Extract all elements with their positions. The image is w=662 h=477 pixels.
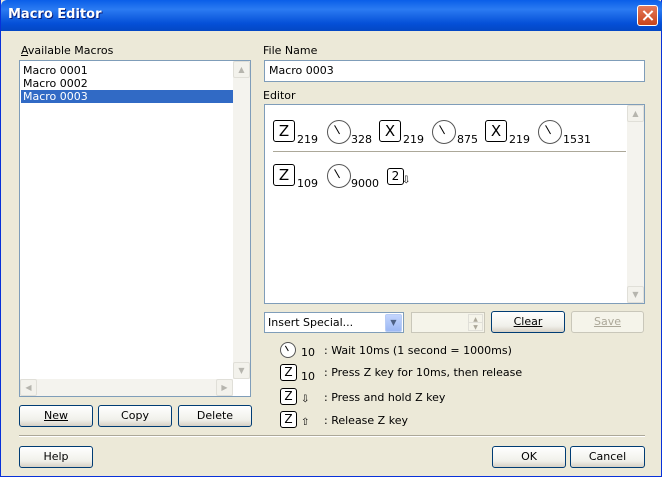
legend-text: : Release Z key xyxy=(324,414,408,427)
event-duration: 328 xyxy=(351,133,372,146)
available-macros-label-first: A xyxy=(21,44,28,57)
event-duration: 219 xyxy=(297,133,318,146)
event-duration: 219 xyxy=(509,133,530,146)
list-horizontal-scrollbar[interactable]: ◀ ▶ xyxy=(20,379,233,396)
window-title: Macro Editor xyxy=(8,7,102,22)
clock-icon[interactable] xyxy=(432,120,456,144)
macro-list[interactable]: Macro 0001 Macro 0002 Macro 0003 ▲ ▼ ◀ ▶ xyxy=(19,60,251,397)
list-vertical-scrollbar[interactable]: ▲ ▼ xyxy=(233,61,250,379)
list-item[interactable]: Macro 0003 xyxy=(21,90,234,103)
legend-text: : Wait 10ms (1 second = 1000ms) xyxy=(324,344,512,357)
key-z-icon[interactable]: Z xyxy=(273,120,295,142)
key-z-icon[interactable]: Z xyxy=(273,164,295,186)
event-duration: 219 xyxy=(403,133,424,146)
duration-spinner: ▲ ▼ xyxy=(411,312,485,333)
scroll-left-icon[interactable]: ◀ xyxy=(20,379,37,396)
save-button-label: Save xyxy=(593,315,621,328)
event-duration: 875 xyxy=(457,133,478,146)
copy-button[interactable]: Copy xyxy=(98,405,172,427)
editor-label: Editor xyxy=(263,89,296,102)
key-z-icon: Z xyxy=(280,388,297,405)
scroll-down-icon[interactable]: ▼ xyxy=(627,286,644,303)
event-duration: 1531 xyxy=(563,133,591,146)
available-macros-label-rest: vailable Macros xyxy=(27,44,114,57)
key-x-icon[interactable]: X xyxy=(379,120,401,142)
event-duration: 9000 xyxy=(351,177,379,190)
press-hold-arrow-icon: ⇩ xyxy=(402,175,411,186)
new-button[interactable]: New xyxy=(19,405,93,427)
title-bar[interactable]: Macro Editor xyxy=(1,0,662,31)
file-name-input[interactable]: Macro 0003 xyxy=(264,60,645,82)
help-button-label: Help xyxy=(43,450,69,463)
cancel-button-label: Cancel xyxy=(588,450,627,463)
legend-text: : Press and hold Z key xyxy=(324,391,446,404)
scroll-up-icon[interactable]: ▲ xyxy=(233,61,250,78)
key-z-icon: Z xyxy=(280,411,297,428)
key-z-icon: Z xyxy=(280,364,297,381)
clear-button-label: Clear xyxy=(513,315,543,328)
clock-icon[interactable] xyxy=(327,120,351,144)
list-item[interactable]: Macro 0001 xyxy=(21,64,234,77)
scroll-down-icon[interactable]: ▼ xyxy=(233,362,250,379)
footer-divider xyxy=(19,435,645,437)
scroll-right-icon[interactable]: ▶ xyxy=(216,379,233,396)
ok-button[interactable]: OK xyxy=(492,446,566,468)
macro-editor-area[interactable]: Z 219 328 X 219 875 X 219 1531 Z 109 900… xyxy=(264,104,645,304)
copy-button-label: Copy xyxy=(121,409,149,422)
spin-down-icon: ▼ xyxy=(468,322,483,331)
editor-vertical-scrollbar[interactable]: ▲ ▼ xyxy=(627,105,644,303)
file-name-label: File Name xyxy=(263,44,318,57)
clear-button[interactable]: Clear xyxy=(491,311,565,333)
cancel-button[interactable]: Cancel xyxy=(570,446,645,468)
delete-button-label: Delete xyxy=(196,409,234,422)
close-button[interactable] xyxy=(637,5,658,26)
save-button[interactable]: Save xyxy=(571,311,644,333)
legend-sub: 10 xyxy=(301,370,315,383)
legend-sub: 10 xyxy=(301,346,315,359)
macro-editor-window: Macro Editor Available Macros Macro 0001… xyxy=(0,0,662,477)
key-x-icon[interactable]: X xyxy=(485,120,507,142)
clock-icon[interactable] xyxy=(538,120,562,144)
delete-button[interactable]: Delete xyxy=(178,405,252,427)
list-item[interactable]: Macro 0002 xyxy=(21,77,234,90)
new-button-label: New xyxy=(44,409,68,422)
help-button[interactable]: Help xyxy=(19,446,93,468)
clock-icon xyxy=(280,342,296,358)
chevron-down-icon[interactable]: ▼ xyxy=(385,314,402,332)
release-arrow-icon: ⇧ xyxy=(301,417,310,428)
event-duration: 109 xyxy=(297,177,318,190)
insert-special-value: Insert Special... xyxy=(268,316,354,329)
available-macros-label: Available Macros xyxy=(21,44,113,57)
legend-text: : Press Z key for 10ms, then release xyxy=(324,366,523,379)
press-hold-arrow-icon: ⇩ xyxy=(301,394,310,405)
clock-icon[interactable] xyxy=(327,164,351,188)
scroll-up-icon[interactable]: ▲ xyxy=(627,105,644,122)
row-separator xyxy=(273,151,626,152)
insert-special-dropdown[interactable]: Insert Special... ▼ xyxy=(264,312,404,333)
ok-button-label: OK xyxy=(521,450,537,463)
